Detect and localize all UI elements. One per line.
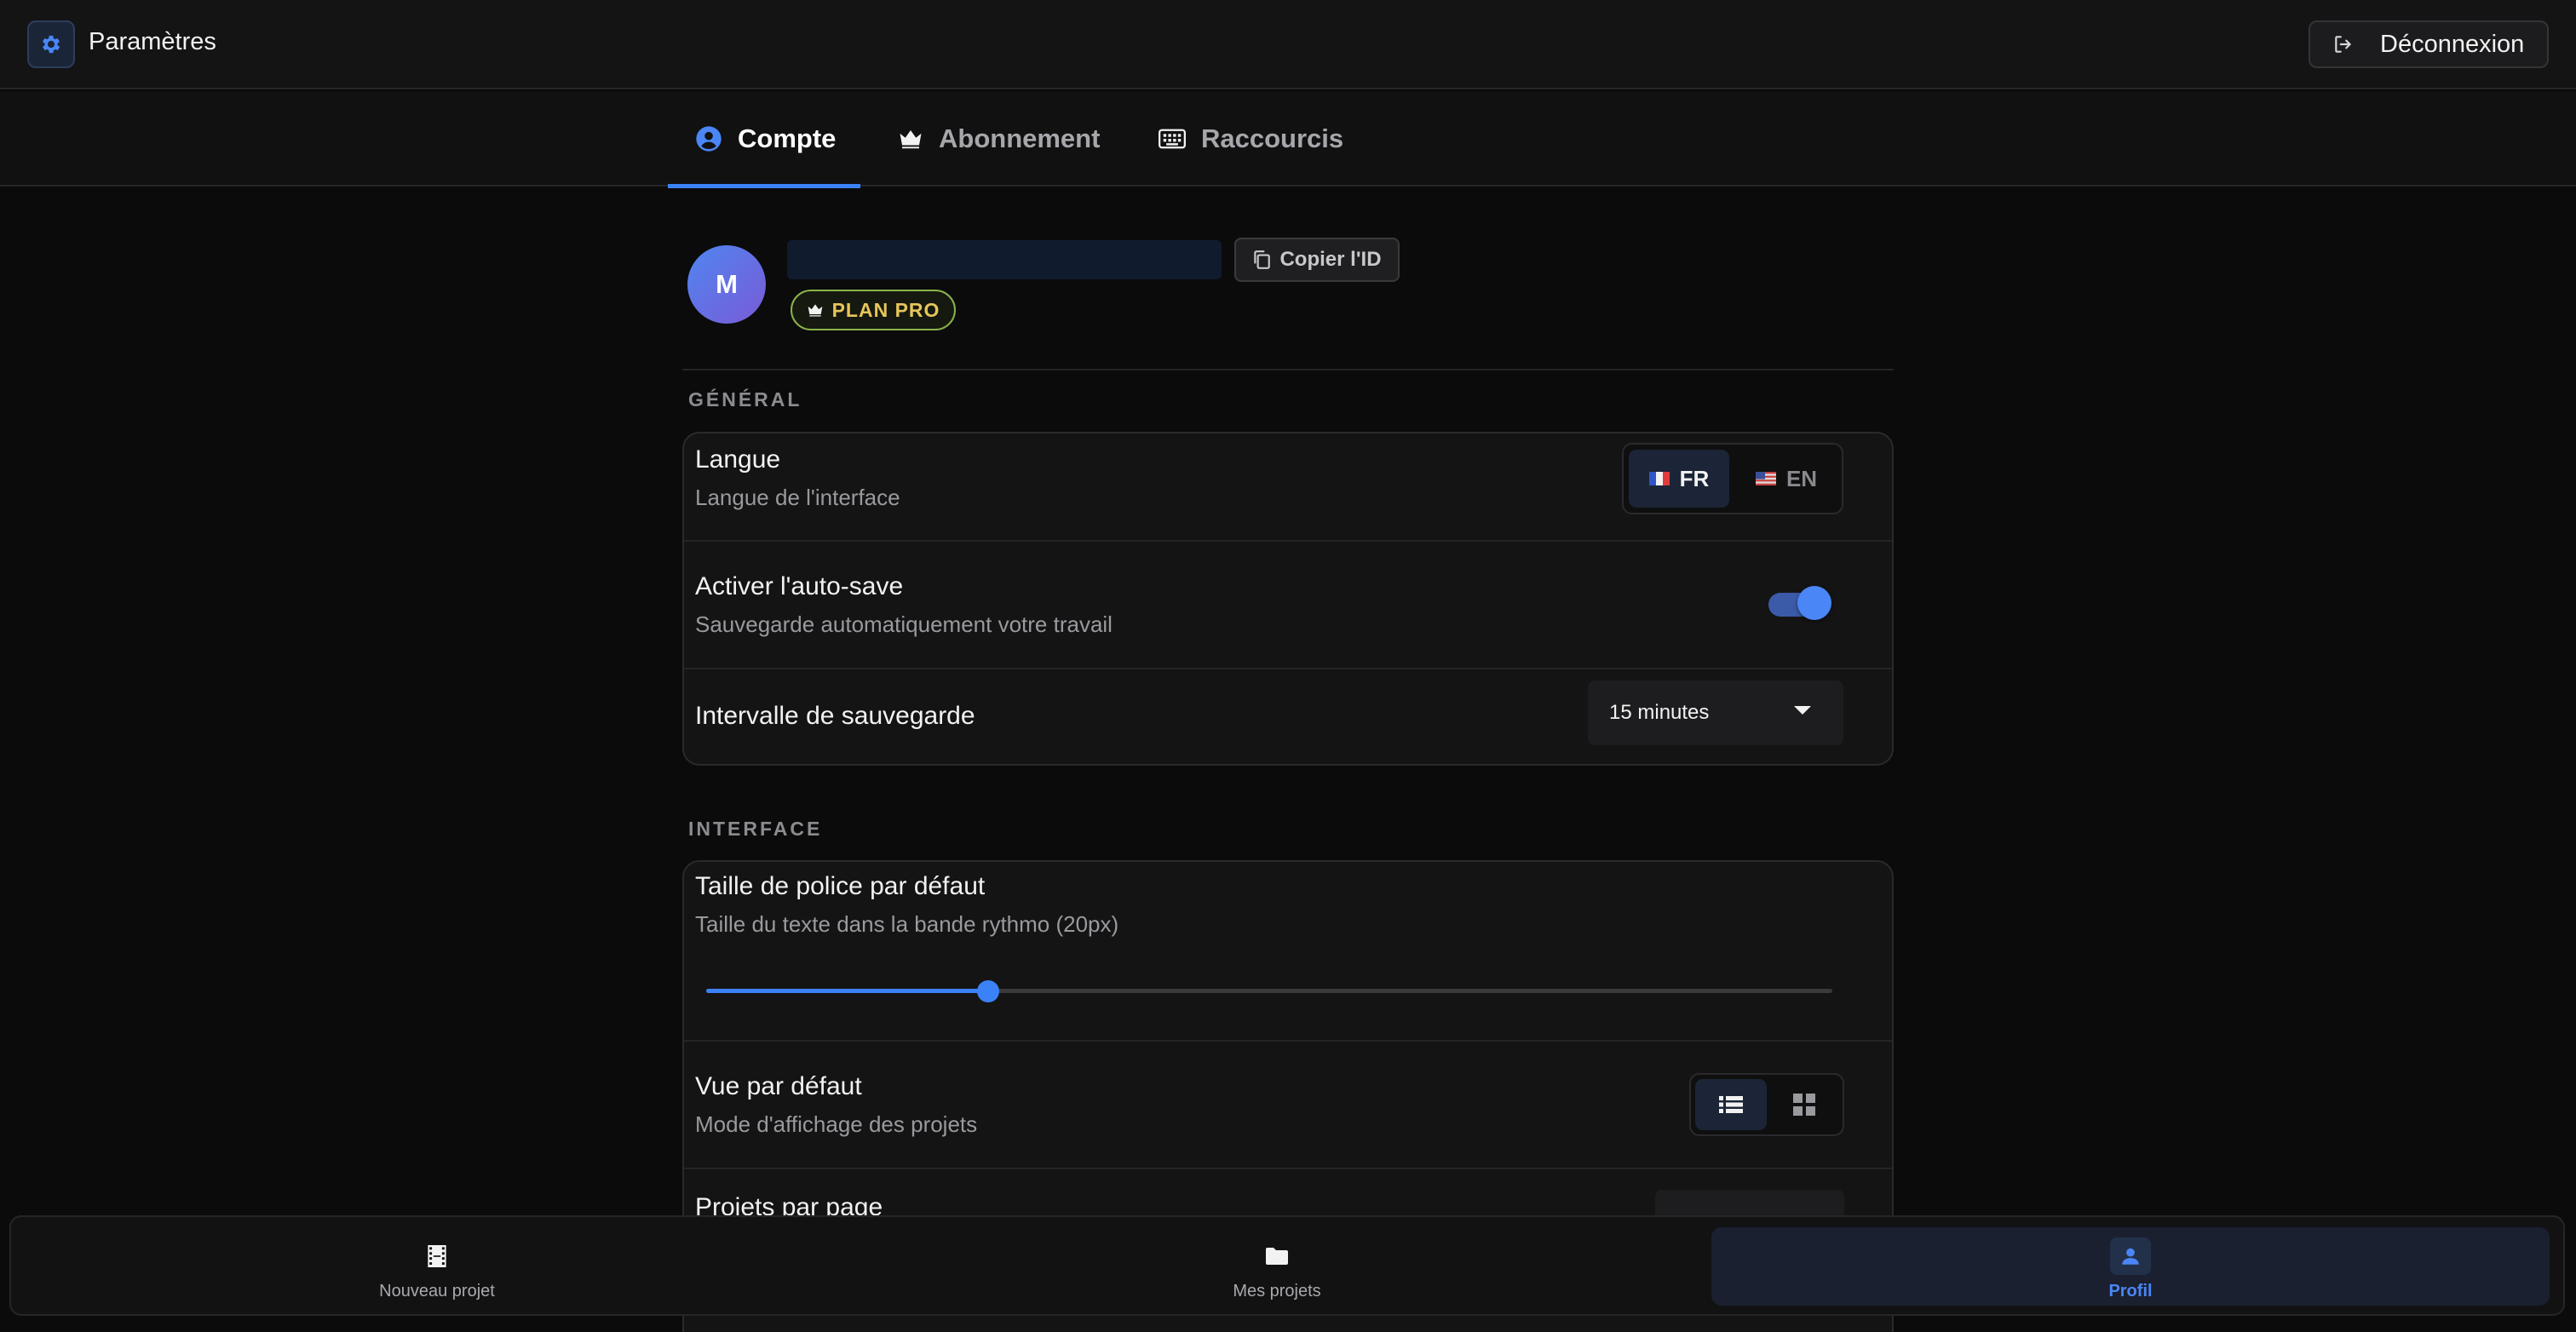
keyboard-icon <box>1159 129 1186 149</box>
setting-title: Taille de police par défaut <box>695 872 986 900</box>
tab-abonnement[interactable]: Abonnement <box>871 91 1127 187</box>
film-icon <box>417 1237 457 1275</box>
nav-new-project[interactable]: Nouveau projet <box>18 1227 856 1306</box>
flag-fr-icon <box>1648 472 1670 485</box>
flag-us-icon <box>1755 472 1776 485</box>
gear-icon[interactable] <box>27 20 75 68</box>
setting-description: Sauvegarde automatiquement votre travail <box>695 611 1113 637</box>
crown-icon <box>898 128 923 150</box>
language-code: FR <box>1679 465 1710 491</box>
tab-label: Raccourcis <box>1201 123 1344 153</box>
chevron-down-icon <box>1794 706 1811 715</box>
language-code: EN <box>1785 465 1818 491</box>
avatar: M <box>687 245 766 324</box>
setting-description: Mode d'affichage des projets <box>695 1111 978 1137</box>
setting-row-autosave: Activer l'auto-save Sauvegarde automatiq… <box>684 542 1892 668</box>
user-circle-icon <box>695 125 722 152</box>
nav-label: Mes projets <box>1233 1282 1321 1300</box>
grid-view-button[interactable] <box>1768 1079 1840 1130</box>
nav-profile[interactable]: Profil <box>1711 1227 2550 1306</box>
language-option-en[interactable]: EN <box>1736 450 1837 508</box>
interval-value: 15 minutes <box>1609 701 1710 724</box>
setting-description: Langue de l'interface <box>695 485 900 510</box>
setting-row-default-view: Vue par défaut Mode d'affichage des proj… <box>684 1042 1892 1168</box>
grid-icon <box>1792 1093 1816 1117</box>
section-title-interface: INTERFACE <box>688 818 823 840</box>
view-mode-switch <box>1689 1073 1844 1136</box>
user-icon <box>2110 1237 2151 1275</box>
logout-label: Déconnexion <box>2380 30 2525 58</box>
setting-title: Intervalle de sauvegarde <box>695 702 975 730</box>
autosave-toggle[interactable] <box>1767 586 1831 620</box>
setting-title: Vue par défaut <box>695 1072 862 1100</box>
setting-description: Taille du texte dans la bande rythmo (20… <box>695 911 1119 937</box>
user-id-placeholder <box>787 240 1222 279</box>
bottom-navigation: Nouveau projet Mes projets Profil <box>9 1215 2565 1316</box>
setting-title: Activer l'auto-save <box>695 572 904 600</box>
general-card: Langue Langue de l'interface FR EN Activ… <box>682 432 1894 766</box>
crown-icon <box>807 302 824 318</box>
tab-bar: Compte Abonnement Raccourcis <box>0 91 2576 188</box>
tab-label: Abonnement <box>939 123 1101 153</box>
nav-my-projects[interactable]: Mes projets <box>858 1227 1696 1306</box>
profile-divider <box>682 369 1894 370</box>
setting-row-font-size: Taille de police par défaut Taille du te… <box>684 862 1892 1040</box>
language-switch: FR EN <box>1622 443 1843 514</box>
plan-label: PLAN PRO <box>831 298 940 321</box>
slider-fill <box>706 989 988 993</box>
list-view-button[interactable] <box>1695 1079 1767 1130</box>
language-option-fr[interactable]: FR <box>1629 450 1729 508</box>
setting-title: Langue <box>695 445 781 474</box>
font-size-slider[interactable] <box>706 978 1832 1003</box>
setting-row-interval: Intervalle de sauvegarde 15 minutes <box>684 669 1892 764</box>
tab-compte[interactable]: Compte <box>668 91 860 188</box>
copy-id-button[interactable]: Copier l'ID <box>1234 238 1400 282</box>
list-icon <box>1719 1095 1743 1114</box>
plan-badge: PLAN PRO <box>791 290 956 330</box>
logout-icon <box>2332 33 2355 55</box>
top-bar: Paramètres Déconnexion <box>0 0 2576 89</box>
tab-raccourcis[interactable]: Raccourcis <box>1131 91 1371 187</box>
folder-icon <box>1256 1237 1297 1275</box>
interval-select[interactable]: 15 minutes <box>1588 680 1843 745</box>
slider-thumb[interactable] <box>976 980 999 1002</box>
nav-label: Profil <box>2108 1282 2153 1300</box>
page-title: Paramètres <box>89 28 216 55</box>
nav-label: Nouveau projet <box>379 1282 495 1300</box>
toggle-knob <box>1797 586 1831 620</box>
copy-icon <box>1252 250 1271 270</box>
tab-label: Compte <box>738 123 837 153</box>
logout-button[interactable]: Déconnexion <box>2309 20 2549 68</box>
section-title-general: GÉNÉRAL <box>688 388 802 411</box>
copy-id-label: Copier l'ID <box>1279 248 1382 271</box>
setting-row-language: Langue Langue de l'interface FR EN <box>684 433 1892 540</box>
